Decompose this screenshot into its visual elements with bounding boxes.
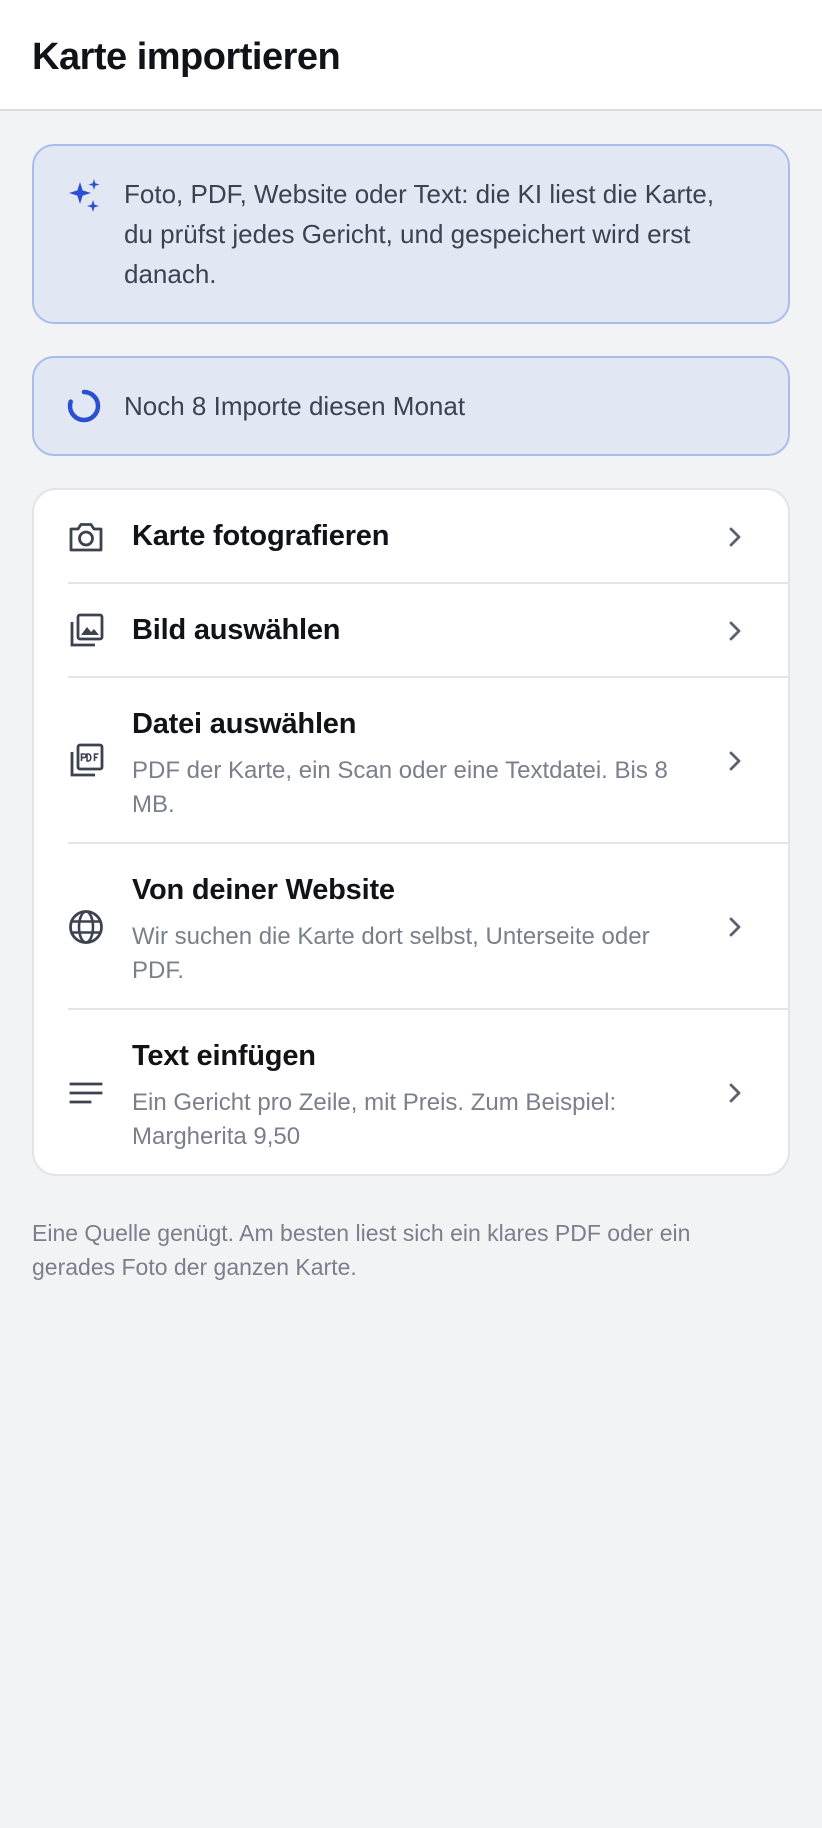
option-paste-text[interactable]: Text einfügen Ein Gericht pro Zeile, mit… [34, 1010, 788, 1174]
option-subtitle: PDF der Karte, ein Scan oder eine Textda… [132, 757, 668, 818]
page-title: Karte importieren [32, 36, 341, 78]
quota-text: Noch 8 Importe diesen Monat [124, 391, 466, 421]
chevron-right-icon [722, 1080, 748, 1106]
ai-info-box: Foto, PDF, Website oder Text: die KI lie… [32, 144, 790, 324]
chevron-right-icon [722, 748, 748, 774]
globe-icon [66, 907, 106, 947]
text-lines-icon [66, 1073, 106, 1113]
option-title: Text einfügen [132, 1040, 316, 1072]
chevron-right-icon [722, 618, 748, 644]
chevron-right-icon [722, 914, 748, 940]
option-choose-file[interactable]: Datei auswählen PDF der Karte, ein Scan … [34, 678, 788, 844]
ai-info-text: Foto, PDF, Website oder Text: die KI lie… [124, 179, 715, 289]
option-subtitle: Wir suchen die Karte dort selbst, Unters… [132, 923, 650, 984]
option-choose-image[interactable]: Bild auswählen [34, 584, 788, 678]
app-header: Karte importieren [0, 0, 822, 111]
option-title: Von deiner Website [132, 874, 395, 906]
option-title: Datei auswählen [132, 708, 357, 740]
import-options-list: Karte fotografieren Bild auswählen Datei… [32, 488, 790, 1176]
sparkles-icon [64, 176, 104, 216]
footer-note: Eine Quelle genügt. Am besten liest sich… [32, 1220, 691, 1280]
chevron-right-icon [722, 524, 748, 550]
camera-icon [66, 517, 106, 557]
option-title: Bild auswählen [132, 614, 341, 646]
image-gallery-icon [66, 611, 106, 651]
option-from-website[interactable]: Von deiner Website Wir suchen die Karte … [34, 844, 788, 1010]
option-subtitle: Ein Gericht pro Zeile, mit Preis. Zum Be… [132, 1089, 617, 1150]
option-title: Karte fotografieren [132, 520, 390, 552]
quota-info-box: Noch 8 Importe diesen Monat [32, 356, 790, 456]
pdf-file-icon [66, 741, 106, 781]
quota-progress-ring-icon [64, 386, 104, 426]
option-take-photo[interactable]: Karte fotografieren [34, 490, 788, 584]
